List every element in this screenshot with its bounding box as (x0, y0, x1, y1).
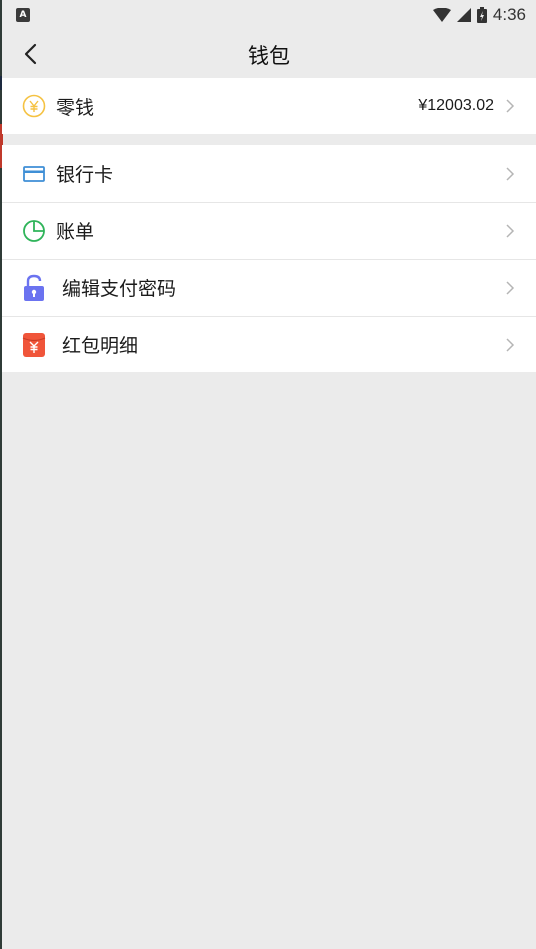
notification-icon: A (16, 8, 30, 22)
lock-icon (20, 274, 48, 302)
status-indicators: 4:36 (432, 5, 526, 25)
menu-item-label: 银行卡 (56, 164, 114, 186)
change-amount: ¥12003.02 (418, 97, 494, 114)
battery-icon (476, 7, 487, 23)
menu-item-label: 红包明细 (62, 335, 139, 357)
menu-item-bank-card[interactable]: 银行卡 (2, 145, 536, 202)
menu-item-edit-payment-password[interactable]: 编辑支付密码 (2, 259, 536, 316)
chevron-right-icon (504, 335, 516, 355)
menu-item-label: 编辑支付密码 (62, 278, 177, 300)
menu-item-red-envelope[interactable]: 红包明细 (2, 316, 536, 373)
change-row[interactable]: 零钱 ¥12003.02 (2, 78, 536, 134)
red-envelope-icon (20, 331, 48, 359)
balance-section: 零钱 ¥12003.02 (2, 78, 536, 134)
signal-icon (456, 8, 471, 22)
chevron-right-icon (504, 96, 516, 116)
menu-section: 银行卡 账单 编辑支付密码 红包明细 (2, 145, 536, 372)
status-bar: A 4:36 (2, 0, 536, 30)
pie-chart-icon (20, 217, 48, 245)
header: 钱包 (2, 30, 536, 78)
bank-card-icon (20, 160, 48, 188)
yuan-coin-icon (20, 92, 48, 120)
status-time: 4:36 (492, 5, 526, 24)
menu-item-label: 账单 (56, 221, 95, 243)
wifi-icon (432, 8, 451, 22)
chevron-right-icon (504, 278, 516, 298)
chevron-right-icon (504, 221, 516, 241)
page-title: 钱包 (248, 44, 290, 68)
wallet-screen: A 4:36 钱包 零钱 ¥12003.02 银行卡 账单 编辑支付密码 红包明… (0, 0, 536, 949)
change-label: 零钱 (56, 96, 95, 119)
menu-item-bill[interactable]: 账单 (2, 202, 536, 259)
chevron-right-icon (504, 164, 516, 184)
